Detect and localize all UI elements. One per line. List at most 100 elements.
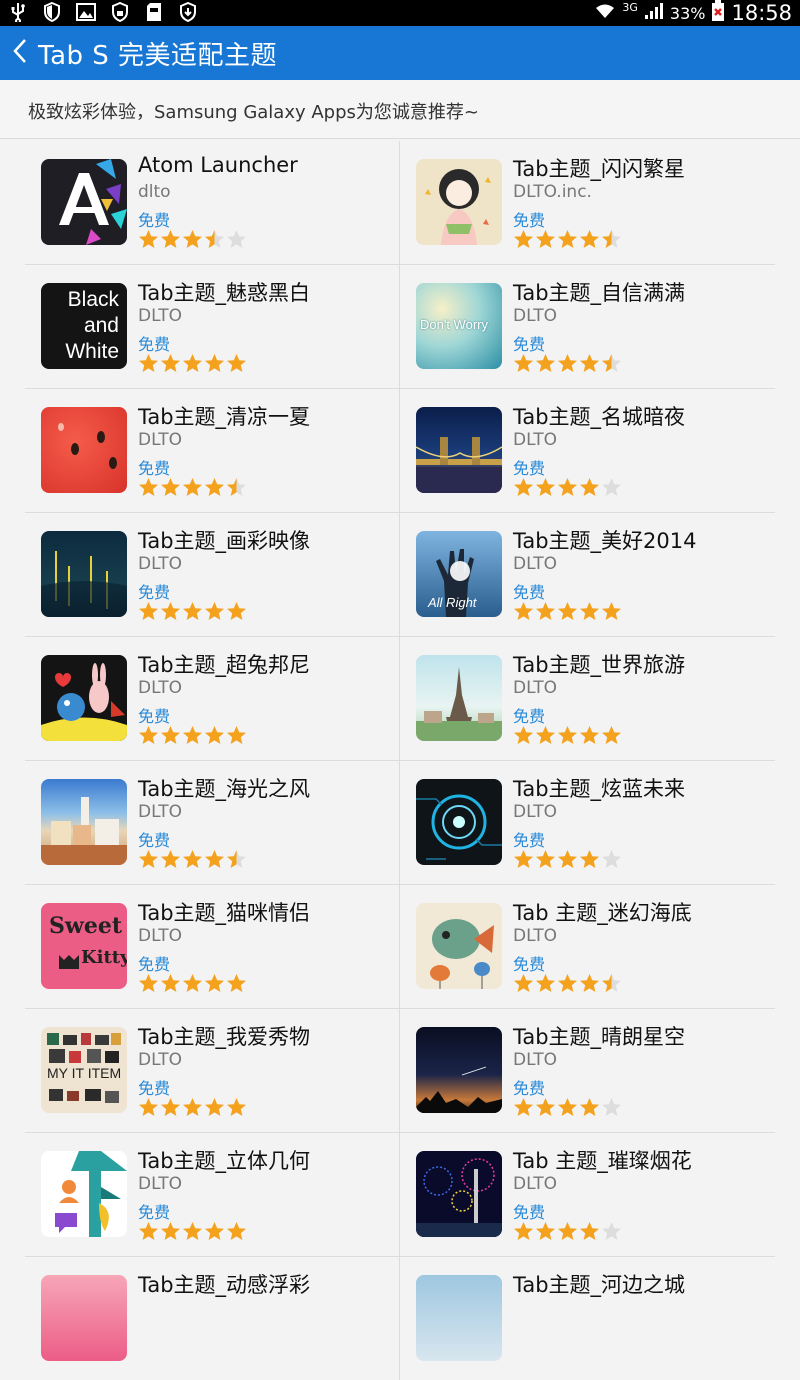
app-developer: DLTO (513, 554, 557, 574)
app-row: Sweet Kitty Tab主题_猫咪情侣 DLTO 免费 Tab 主题_迷幻海底 DLT… (25, 885, 775, 1009)
app-item[interactable]: Tab主题_超兔邦尼 DLTO 免费 (25, 637, 399, 760)
star-icon (226, 477, 247, 499)
rating-stars (138, 849, 247, 871)
star-icon (601, 353, 622, 375)
star-icon (182, 725, 203, 747)
app-item[interactable]: Tab主题_炫蓝未来 DLTO 免费 (400, 761, 774, 884)
star-icon (513, 725, 534, 747)
column-divider (399, 885, 400, 1008)
app-price: 免费 (138, 1203, 171, 1222)
app-price: 免费 (138, 583, 171, 602)
action-bar: Tab S 完美适配主题 (0, 26, 800, 80)
app-thumbnail: All Right (416, 531, 502, 617)
app-developer: DLTO (513, 1174, 557, 1194)
app-thumbnail (416, 1151, 502, 1237)
star-icon (160, 229, 181, 251)
star-icon (579, 477, 600, 499)
star-icon (513, 973, 534, 995)
star-icon (160, 1221, 181, 1243)
star-icon (513, 1221, 534, 1243)
thumb-word: MY IT ITEM (47, 1065, 122, 1081)
star-icon (535, 477, 556, 499)
star-icon (204, 849, 225, 871)
app-item[interactable]: Tab主题_名城暗夜 DLTO 免费 (400, 389, 774, 512)
star-icon (138, 1221, 159, 1243)
app-price: 免费 (513, 459, 546, 478)
app-item[interactable]: Tab主题_闪闪繁星 DLTO.inc. 免费 (400, 141, 774, 264)
app-item[interactable]: Don't Worry Tab主题_自信满满 DLTO 免费 (400, 265, 774, 388)
clock: 18:58 (731, 1, 792, 25)
star-icon (182, 1097, 203, 1119)
star-icon (182, 601, 203, 623)
thumb-word: Sweet (49, 913, 122, 939)
app-developer: DLTO (513, 1050, 557, 1070)
app-item[interactable]: Black and White Tab主题_魅惑黑白 DLTO 免费 (25, 265, 399, 388)
app-item[interactable]: Tab主题_立体几何 DLTO 免费 (25, 1133, 399, 1256)
battery-percent: 33% (669, 3, 706, 23)
app-item[interactable]: All Right Tab主题_美好2014 DLTO 免费 (400, 513, 774, 636)
app-row: Tab主题_海光之风 DLTO 免费 Tab主题_炫蓝未来 DLTO 免费 (25, 761, 775, 885)
app-row: Atom Launcher dlto 免费 Tab主题_闪闪繁星 DLTO.inc. 免费 (25, 141, 775, 265)
app-thumbnail (416, 903, 502, 989)
star-icon (226, 601, 247, 623)
star-icon (226, 1221, 247, 1243)
rating-stars (513, 849, 622, 871)
thumb-word: Don't Worry (420, 317, 488, 332)
back-button[interactable] (2, 26, 38, 80)
app-thumbnail (416, 1275, 502, 1361)
app-developer: DLTO (138, 1050, 182, 1070)
chevron-left-icon (12, 37, 28, 69)
star-icon (182, 973, 203, 995)
status-bar: 3G 33% 18:58 (0, 0, 800, 26)
star-icon (579, 849, 600, 871)
battery-icon (711, 0, 725, 27)
app-item[interactable]: MY IT ITEM Tab主题_我爱秀物 DLTO 免费 (25, 1009, 399, 1132)
app-name: Tab主题_晴朗星空 (513, 1025, 686, 1049)
star-icon (513, 1097, 534, 1119)
app-thumbnail: MY IT ITEM (41, 1027, 127, 1113)
app-developer: DLTO.inc. (513, 182, 592, 202)
star-icon (601, 1097, 622, 1119)
app-item[interactable]: Tab主题_海光之风 DLTO 免费 (25, 761, 399, 884)
star-icon (557, 725, 578, 747)
app-item[interactable]: Tab 主题_璀璨烟花 DLTO 免费 (400, 1133, 774, 1256)
app-item[interactable]: Tab主题_动感浮彩 (25, 1257, 399, 1380)
app-item[interactable]: Sweet Kitty Tab主题_猫咪情侣 DLTO 免费 (25, 885, 399, 1008)
app-thumbnail (416, 655, 502, 741)
app-price: 免费 (513, 211, 546, 230)
app-item[interactable]: Tab主题_晴朗星空 DLTO 免费 (400, 1009, 774, 1132)
thumb-word: All Right (428, 595, 477, 610)
app-price: 免费 (138, 459, 171, 478)
shield-lock-icon (110, 2, 130, 22)
star-icon (601, 973, 622, 995)
app-row: Black and White Tab主题_魅惑黑白 DLTO 免费 Don't Worry… (25, 265, 775, 389)
app-thumbnail (416, 779, 502, 865)
app-price: 免费 (513, 955, 546, 974)
app-thumbnail (41, 1275, 127, 1361)
app-row: Tab主题_立体几何 DLTO 免费 Tab 主题_璀璨烟花 DLTO 免费 (25, 1133, 775, 1257)
sd-card-icon (144, 2, 164, 22)
usb-icon (8, 2, 28, 22)
app-item[interactable]: Tab主题_世界旅游 DLTO 免费 (400, 637, 774, 760)
image-icon (76, 2, 96, 22)
star-icon (579, 973, 600, 995)
app-developer: DLTO (513, 306, 557, 326)
star-icon (160, 477, 181, 499)
app-name: Tab主题_动感浮彩 (138, 1273, 311, 1297)
app-item[interactable]: Tab主题_河边之城 (400, 1257, 774, 1380)
column-divider (399, 513, 400, 636)
app-thumbnail (416, 407, 502, 493)
star-icon (601, 849, 622, 871)
app-item[interactable]: Tab主题_清凉一夏 DLTO 免费 (25, 389, 399, 512)
app-developer: DLTO (138, 926, 182, 946)
star-icon (557, 353, 578, 375)
app-price: 免费 (138, 707, 171, 726)
app-item[interactable]: Tab 主题_迷幻海底 DLTO 免费 (400, 885, 774, 1008)
app-item[interactable]: Tab主题_画彩映像 DLTO 免费 (25, 513, 399, 636)
star-icon (601, 601, 622, 623)
app-item[interactable]: Atom Launcher dlto 免费 (25, 141, 399, 264)
star-icon (557, 1097, 578, 1119)
star-icon (601, 1221, 622, 1243)
column-divider (399, 761, 400, 884)
thumb-word: Kitty (81, 947, 127, 968)
